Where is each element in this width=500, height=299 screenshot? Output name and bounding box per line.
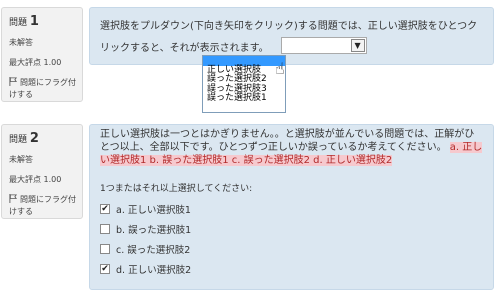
answer-label: a. 正しい選択肢1 — [116, 205, 191, 216]
question-1-content: 選択肢をプルダウン(下向き矢印をクリック)する問題では、正しい選択肢をひとつクリ… — [89, 7, 494, 65]
question-2-body: 正しい選択肢は一つとはかぎりません。。と選択肢が並んでいる問題では、正解がひとつ… — [100, 129, 475, 153]
question-2-flag-link[interactable]: 問題にフラグ付けする — [9, 194, 78, 218]
question-number: 1 — [29, 14, 39, 29]
question-2-content: 正しい選択肢は一つとはかぎりません。。と選択肢が並んでいる問題では、正解がひとつ… — [89, 124, 494, 290]
answer-list: ✔ a. 正しい選択肢1 b. 誤った選択肢1 c. 誤った選択肢2 ✔ d. … — [100, 199, 483, 279]
hand-cursor-icon: ☝ — [275, 59, 285, 78]
chevron-down-icon[interactable]: ▼ — [350, 39, 365, 52]
question-number: 2 — [29, 131, 39, 146]
question-2-status: 未解答 — [9, 155, 33, 164]
answer-label: c. 誤った選択肢2 — [116, 245, 191, 256]
answer-option-a[interactable]: ✔ a. 正しい選択肢1 — [100, 199, 483, 219]
question-1-status: 未解答 — [9, 38, 33, 47]
question-label: 問題 — [9, 18, 28, 28]
select-prompt: 1つまたはそれ以上選択してください: — [100, 184, 253, 194]
question-2-max-score: 最大評点 1.00 — [9, 175, 62, 184]
dropdown-option[interactable]: 誤った選択肢1 — [203, 93, 285, 104]
checkbox[interactable]: ✔ — [100, 264, 110, 274]
flag-label: 問題にフラグ付けする — [9, 195, 76, 216]
answer-label: d. 正しい選択肢2 — [116, 265, 192, 276]
checkbox[interactable]: ✔ — [100, 204, 110, 214]
flag-icon — [9, 77, 18, 86]
question-2-info: 問題 2 未解答 最大評点 1.00 問題にフラグ付けする — [1, 124, 83, 219]
question-1-flag-link[interactable]: 問題にフラグ付けする — [9, 77, 78, 101]
flag-label: 問題にフラグ付けする — [9, 78, 76, 99]
checkbox[interactable] — [100, 244, 110, 254]
answer-dropdown-list: 正しい選択肢 誤った選択肢2 誤った選択肢3 誤った選択肢1 — [202, 55, 286, 113]
question-2-number: 問題 2 — [9, 131, 78, 146]
question-1-info: 問題 1 未解答 最大評点 1.00 問題にフラグ付けする — [1, 7, 83, 102]
answer-option-d[interactable]: ✔ d. 正しい選択肢2 — [100, 259, 483, 279]
answer-option-c[interactable]: c. 誤った選択肢2 — [100, 239, 483, 259]
question-1-number: 問題 1 — [9, 14, 78, 29]
question-1-max-score: 最大評点 1.00 — [9, 58, 62, 67]
checkbox[interactable] — [100, 224, 110, 234]
question-2-text: 正しい選択肢は一つとはかぎりません。。と選択肢が並んでいる問題では、正解がひとつ… — [100, 128, 483, 167]
answer-label: b. 誤った選択肢1 — [116, 225, 192, 236]
answer-option-b[interactable]: b. 誤った選択肢1 — [100, 219, 483, 239]
answer-select[interactable]: ▼ — [280, 37, 367, 54]
flag-icon — [9, 194, 18, 203]
question-label: 問題 — [9, 135, 28, 145]
